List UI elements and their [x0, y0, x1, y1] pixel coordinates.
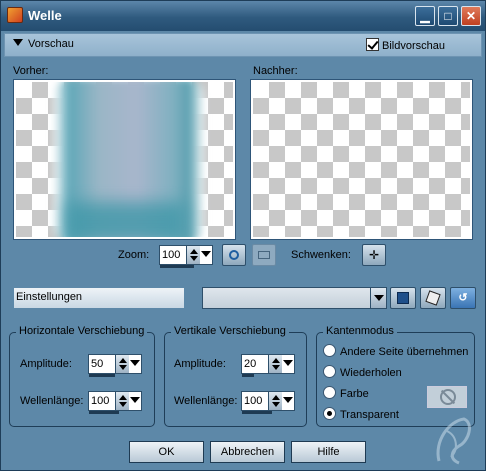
zoom-field[interactable]: 100 — [159, 245, 213, 268]
load-preset-button[interactable] — [420, 287, 446, 309]
edge-option-label: Transparent — [340, 409, 399, 421]
save-disk-icon — [397, 292, 409, 304]
preset-select[interactable] — [202, 287, 387, 309]
actual-size-icon — [258, 251, 270, 259]
pan-button[interactable]: ✛ — [362, 244, 386, 266]
save-preset-button[interactable] — [390, 287, 416, 309]
v-amplitude-value: 20 — [244, 358, 257, 370]
collapse-triangle-icon — [13, 39, 23, 46]
preview-toggle-label: Vorschau — [28, 38, 74, 50]
h-wavelength-dropdown-arrow-icon[interactable] — [130, 397, 140, 403]
v-wavelength-field[interactable]: 100 — [241, 391, 295, 414]
move-cross-icon: ✛ — [368, 248, 380, 262]
zoom-dropdown-arrow-icon[interactable] — [201, 251, 211, 257]
dice-icon — [425, 290, 441, 306]
minimize-button[interactable]: ▁ — [415, 6, 435, 26]
before-label: Vorher: — [13, 65, 49, 77]
checkbox-checked-icon[interactable] — [366, 38, 380, 51]
radio-icon[interactable] — [323, 386, 336, 399]
v-wavelength-slider-bar[interactable] — [242, 411, 272, 414]
v-wavelength-dropdown-arrow-icon[interactable] — [283, 397, 293, 403]
zoom-label: Zoom: — [118, 249, 150, 261]
h-wavelength-value: 100 — [91, 395, 110, 407]
horizontal-shift-group: Horizontale Verschiebung Amplitude: 50 W… — [9, 325, 155, 427]
v-wavelength-spinner[interactable] — [268, 392, 282, 410]
v-amplitude-slider-bar[interactable] — [242, 374, 254, 377]
preview-toggle[interactable]: Vorschau — [13, 38, 74, 50]
edge-option-label: Andere Seite übernehmen — [340, 346, 469, 358]
zoom-fit-button[interactable] — [222, 244, 246, 266]
h-wavelength-slider-bar[interactable] — [89, 411, 119, 414]
v-wavelength-label: Wellenlänge: — [174, 395, 238, 407]
before-preview[interactable] — [13, 79, 236, 240]
window-title: Welle — [28, 8, 62, 23]
image-preview-checkbox[interactable]: Bildvorschau — [366, 38, 445, 52]
radio-selected-icon[interactable] — [323, 407, 336, 420]
edge-color-swatch — [427, 386, 467, 408]
title-bar[interactable]: Welle ▁ □ ✕ — [1, 1, 485, 31]
edge-option-repeat[interactable]: Wiederholen — [323, 365, 402, 379]
h-wavelength-spinner[interactable] — [115, 392, 129, 410]
v-wavelength-value: 100 — [244, 395, 263, 407]
before-preview-image-shade — [66, 202, 186, 237]
h-amplitude-field[interactable]: 50 — [88, 354, 142, 377]
vertical-shift-group: Vertikale Verschiebung Amplitude: 20 Wel… — [164, 325, 307, 427]
image-preview-label: Bildvorschau — [382, 40, 445, 52]
app-icon — [7, 7, 23, 23]
edge-option-other-side[interactable]: Andere Seite übernehmen — [323, 344, 468, 358]
radio-icon[interactable] — [323, 365, 336, 378]
h-amplitude-spinner[interactable] — [115, 355, 129, 373]
edge-option-color[interactable]: Farbe — [323, 386, 369, 400]
h-amplitude-value: 50 — [91, 358, 104, 370]
v-amplitude-label: Amplitude: — [174, 358, 226, 370]
close-button[interactable]: ✕ — [461, 6, 481, 26]
v-amplitude-spinner[interactable] — [268, 355, 282, 373]
zoom-value: 100 — [162, 249, 181, 261]
help-button[interactable]: Hilfe — [291, 441, 366, 463]
h-wavelength-label: Wellenlänge: — [20, 395, 84, 407]
settings-bar: Einstellungen ↺ — [4, 284, 482, 312]
zoom-spinner[interactable] — [186, 246, 200, 264]
edge-option-label: Wiederholen — [340, 367, 402, 379]
cancel-button[interactable]: Abbrechen — [210, 441, 285, 463]
preset-dropdown-arrow-icon[interactable] — [370, 288, 386, 308]
after-preview[interactable] — [250, 79, 473, 240]
h-amplitude-slider-bar[interactable] — [89, 374, 115, 377]
horizontal-shift-title: Horizontale Verschiebung — [16, 325, 148, 337]
watermark-logo — [436, 417, 471, 465]
h-amplitude-dropdown-arrow-icon[interactable] — [130, 360, 140, 366]
ok-button[interactable]: OK — [129, 441, 204, 463]
edge-option-label: Farbe — [340, 388, 369, 400]
zoom-slider-bar[interactable] — [160, 265, 194, 268]
pan-label: Schwenken: — [291, 249, 351, 261]
vertical-shift-title: Vertikale Verschiebung — [171, 325, 289, 337]
undo-arrow-icon: ↺ — [458, 292, 468, 304]
after-label: Nachher: — [253, 65, 298, 77]
h-wavelength-field[interactable]: 100 — [88, 391, 142, 414]
preview-panel-bar: Vorschau Bildvorschau — [4, 33, 482, 57]
edge-mode-title: Kantenmodus — [323, 325, 397, 337]
h-amplitude-label: Amplitude: — [20, 358, 72, 370]
edge-option-transparent[interactable]: Transparent — [323, 407, 399, 421]
zoom-fit-icon — [229, 250, 239, 260]
v-amplitude-dropdown-arrow-icon[interactable] — [283, 360, 293, 366]
zoom-actual-button — [252, 244, 276, 266]
radio-icon[interactable] — [323, 344, 336, 357]
maximize-button[interactable]: □ — [438, 6, 458, 26]
dialog-window: Welle ▁ □ ✕ Vorschau Bildvorschau Vorher… — [0, 0, 486, 471]
reset-button[interactable]: ↺ — [450, 287, 476, 309]
v-amplitude-field[interactable]: 20 — [241, 354, 295, 377]
settings-label: Einstellungen — [14, 288, 184, 308]
